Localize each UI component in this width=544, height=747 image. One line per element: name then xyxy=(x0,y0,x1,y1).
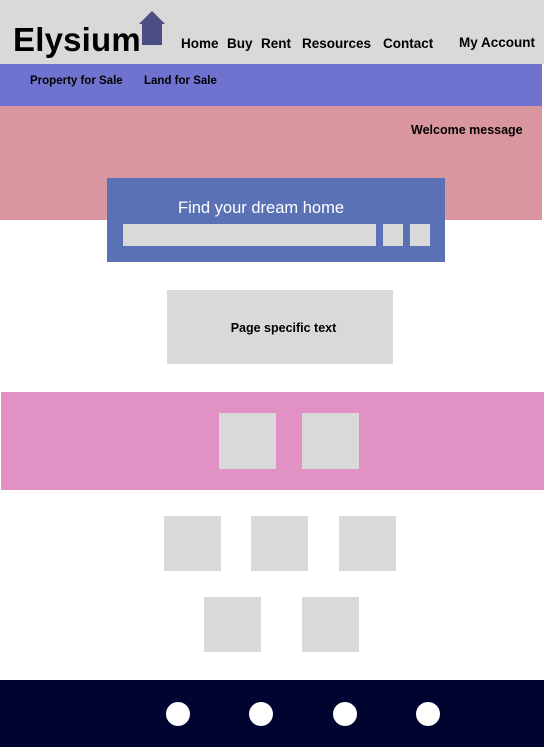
listing-tile[interactable] xyxy=(251,516,308,571)
search-input[interactable] xyxy=(123,224,376,246)
listing-tile[interactable] xyxy=(302,597,359,652)
welcome-message: Welcome message xyxy=(411,123,523,137)
listing-tile[interactable] xyxy=(164,516,221,571)
social-icon-2[interactable] xyxy=(249,702,273,726)
social-icon-3[interactable] xyxy=(333,702,357,726)
subnav-property-for-sale[interactable]: Property for Sale xyxy=(30,74,123,88)
social-icon-4[interactable] xyxy=(416,702,440,726)
logo-text[interactable]: Elysium xyxy=(13,20,141,60)
nav-home[interactable]: Home xyxy=(181,36,219,52)
search-option-button-1[interactable] xyxy=(383,224,403,246)
search-option-button-2[interactable] xyxy=(410,224,430,246)
my-account-link[interactable]: My Account xyxy=(459,35,535,51)
featured-tile[interactable] xyxy=(219,413,276,469)
nav-contact[interactable]: Contact xyxy=(383,36,433,52)
house-icon[interactable] xyxy=(138,10,166,46)
listing-tile[interactable] xyxy=(339,516,396,571)
featured-tile[interactable] xyxy=(302,413,359,469)
subnav-land-for-sale[interactable]: Land for Sale xyxy=(144,74,217,88)
nav-resources[interactable]: Resources xyxy=(302,36,371,52)
search-card xyxy=(107,178,445,262)
social-icon-1[interactable] xyxy=(166,702,190,726)
nav-buy[interactable]: Buy xyxy=(227,36,253,52)
page-specific-text: Page specific text xyxy=(230,321,337,335)
search-title: Find your dream home xyxy=(178,199,344,217)
listing-tile[interactable] xyxy=(204,597,261,652)
nav-rent[interactable]: Rent xyxy=(261,36,291,52)
